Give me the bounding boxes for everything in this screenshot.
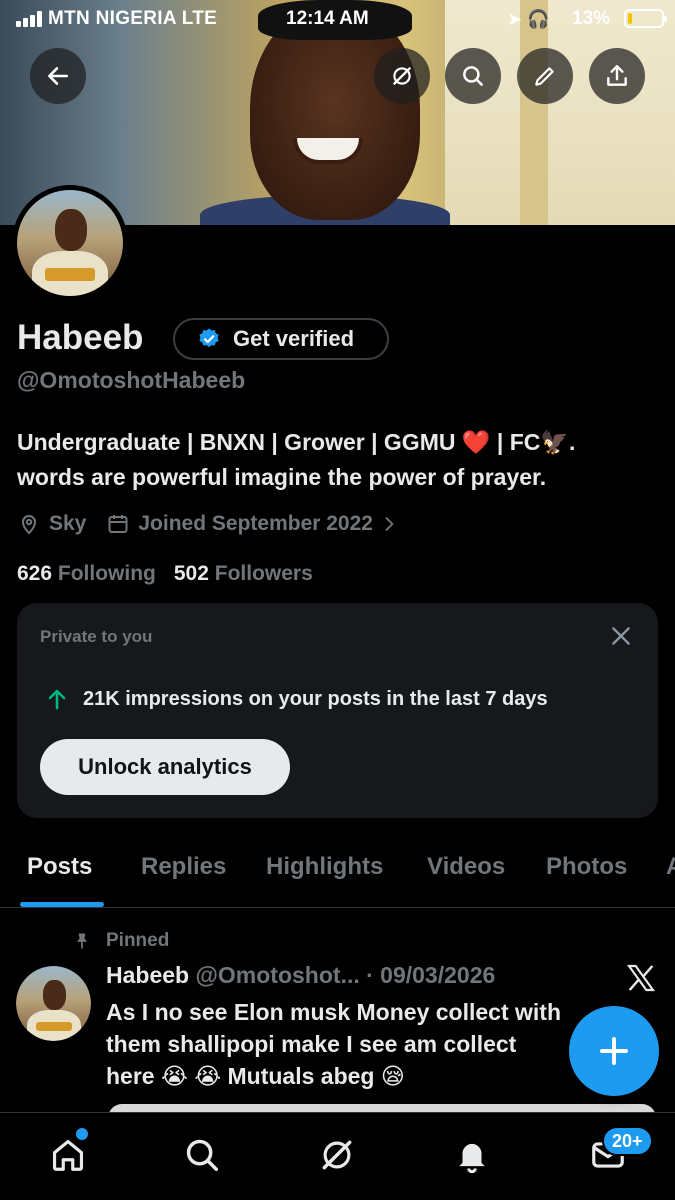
grok-icon xyxy=(393,67,411,85)
followers-label: Followers xyxy=(214,562,313,585)
share-icon xyxy=(607,65,627,86)
profile-tabs: Posts Replies Highlights Videos Photos A xyxy=(0,840,675,908)
tweet-avatar[interactable] xyxy=(16,966,91,1041)
home-unread-dot xyxy=(76,1128,88,1140)
share-button[interactable] xyxy=(589,48,645,104)
nav-grok[interactable] xyxy=(315,1133,359,1177)
profile-name: Habeeb xyxy=(17,318,144,357)
tweet-text-line-3: here 😭 😭 Mutuals abeg 😪 xyxy=(106,1063,405,1089)
bottom-nav xyxy=(0,1112,675,1200)
following-label: Following xyxy=(57,562,156,585)
plus-icon xyxy=(600,1037,628,1065)
edit-icon xyxy=(535,67,554,86)
joined-label: Joined September 2022 xyxy=(138,512,373,535)
following-link[interactable]: 626 Following xyxy=(17,562,156,585)
joined-date[interactable]: Joined September 2022 xyxy=(106,512,399,536)
follow-stats: 626 Following 502 Followers xyxy=(17,562,313,586)
profile-avatar[interactable] xyxy=(12,185,128,301)
tab-replies[interactable]: Replies xyxy=(141,853,226,881)
battery-icon xyxy=(624,9,667,28)
arrow-left-icon xyxy=(48,67,68,85)
get-verified-label: Get verified xyxy=(233,326,355,351)
analytics-card: Private to you 21K impressions on your p… xyxy=(17,603,658,818)
close-icon[interactable] xyxy=(608,623,634,649)
tab-highlights[interactable]: Highlights xyxy=(266,853,383,881)
profile-handle: @OmotoshotHabeeb xyxy=(17,367,246,393)
battery-percent: 13% xyxy=(572,8,611,29)
compose-post-button[interactable] xyxy=(569,1006,659,1096)
calendar-icon xyxy=(108,515,128,533)
tab-posts[interactable]: Posts xyxy=(27,853,92,881)
nav-notifications[interactable] xyxy=(450,1133,494,1177)
grok-button[interactable] xyxy=(374,48,430,104)
arrow-up-icon xyxy=(48,689,66,710)
nav-search[interactable] xyxy=(180,1133,224,1177)
notifications-icon xyxy=(459,1143,485,1174)
location-pin-icon xyxy=(21,515,37,535)
signal-icon xyxy=(16,11,44,27)
tweet-header: Habeeb @Omotoshot... · 09/03/2026 xyxy=(106,962,606,989)
pinned-indicator: Pinned xyxy=(72,930,169,952)
private-label: Private to you xyxy=(40,627,153,646)
carrier-label: MTN NIGERIA LTE xyxy=(48,8,218,29)
messages-badge: 20+ xyxy=(602,1126,653,1156)
tab-photos[interactable]: Photos xyxy=(546,853,627,881)
status-bar: MTN NIGERIA LTE 12:14 AM ➤ 🎧 13% xyxy=(0,0,675,38)
pin-icon xyxy=(77,933,87,949)
get-verified-button[interactable]: Get verified xyxy=(173,318,389,360)
tweet-handle-date: @Omotoshot... · 09/03/2026 xyxy=(195,962,496,988)
back-button[interactable] xyxy=(30,48,86,104)
x-logo-icon xyxy=(626,964,656,992)
profile-bio: Undergraduate | BNXN | Grower | GGMU ❤️ … xyxy=(17,425,657,495)
clock: 12:14 AM xyxy=(286,8,369,29)
home-icon xyxy=(52,1139,84,1171)
tweet-author-name[interactable]: Habeeb xyxy=(106,962,189,988)
search-icon xyxy=(463,66,483,86)
search-icon xyxy=(186,1139,218,1171)
tweet-text-line-2: them shallipopi make I see am collect xyxy=(106,1031,517,1057)
tab-videos[interactable]: Videos xyxy=(427,853,505,881)
location-label: Sky xyxy=(49,512,87,535)
impressions-text: 21K impressions on your posts in the las… xyxy=(83,687,548,710)
pinned-label: Pinned xyxy=(106,930,170,951)
impressions-row: 21K impressions on your posts in the las… xyxy=(45,687,548,711)
following-count: 626 xyxy=(17,562,53,585)
tweet-text[interactable]: As I no see Elon musk Money collect with… xyxy=(106,996,626,1092)
unlock-analytics-button[interactable]: Unlock analytics xyxy=(40,739,290,795)
verified-badge-icon xyxy=(199,328,219,348)
chevron-right-icon xyxy=(385,517,394,531)
active-tab-indicator xyxy=(20,902,104,907)
bio-line-1: Undergraduate | BNXN | Grower | GGMU ❤️ … xyxy=(17,429,576,455)
tab-articles[interactable]: A xyxy=(666,853,675,881)
followers-link[interactable]: 502 Followers xyxy=(174,562,313,585)
followers-count: 502 xyxy=(173,562,209,585)
edit-button[interactable] xyxy=(517,48,573,104)
tweet-text-line-1: As I no see Elon musk Money collect with xyxy=(106,999,561,1025)
location: Sky xyxy=(17,512,86,536)
search-button[interactable] xyxy=(445,48,501,104)
location-headphones-icon: ➤ 🎧 xyxy=(507,9,550,29)
bio-line-2: words are powerful imagine the power of … xyxy=(17,464,547,490)
profile-meta: Sky Joined September 2022 xyxy=(17,510,419,538)
grok-icon xyxy=(322,1140,352,1170)
